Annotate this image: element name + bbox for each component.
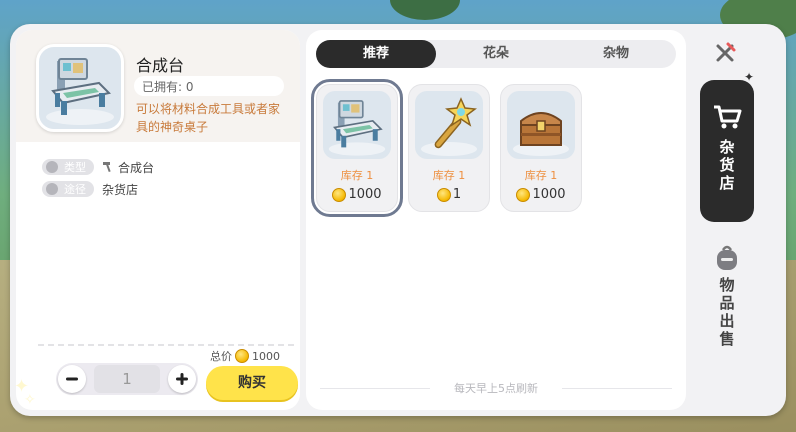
item-stock: 库存 1 bbox=[432, 169, 466, 182]
source-value: 杂货店 bbox=[102, 182, 139, 197]
item-grid: 库存 1 1000 库存 1 1 库存 1 1000 bbox=[311, 79, 592, 217]
tab-flowers[interactable]: 花朵 bbox=[436, 40, 556, 68]
close-icon bbox=[716, 42, 736, 62]
source-row: 途径 杂货店 bbox=[42, 180, 138, 198]
item-description: 可以将材料合成工具或者家具的神奇桌子 bbox=[136, 102, 281, 134]
decrease-button[interactable] bbox=[58, 365, 86, 393]
total-label: 总价 bbox=[210, 350, 232, 363]
star-wand-icon bbox=[415, 91, 483, 159]
refresh-note: 每天早上5点刷新 bbox=[454, 382, 538, 395]
item-price-value: 1 bbox=[452, 187, 462, 202]
buy-button[interactable]: 购买 bbox=[206, 366, 298, 400]
minus-icon bbox=[66, 377, 78, 381]
divider bbox=[38, 344, 294, 346]
treasure-chest-icon bbox=[507, 91, 575, 159]
item-price: 1000 bbox=[317, 187, 397, 202]
shop-item-star-wand[interactable]: 库存 1 1 bbox=[408, 84, 490, 212]
total-price: 总价 1000 bbox=[210, 348, 280, 364]
coin-icon bbox=[436, 187, 451, 202]
type-value-text: 合成台 bbox=[118, 160, 155, 175]
type-row: 类型 合成台 bbox=[42, 158, 154, 176]
nav-sell-items-label: 物品出售 bbox=[719, 276, 735, 348]
sparkle-icon: ✧ bbox=[24, 392, 36, 408]
route-icon bbox=[46, 183, 58, 195]
nav-general-store[interactable]: 杂货店 bbox=[700, 80, 754, 222]
crafting-table-icon bbox=[323, 91, 391, 159]
source-tag: 途径 bbox=[42, 181, 94, 197]
item-price: 1000 bbox=[501, 187, 581, 202]
cart-icon bbox=[714, 105, 742, 129]
item-stock: 库存 1 bbox=[524, 169, 558, 182]
shop-item-crafting-table[interactable]: 库存 1 1000 bbox=[311, 79, 403, 217]
sparkle-icon: ✦ bbox=[744, 70, 755, 84]
tab-misc[interactable]: 杂物 bbox=[556, 40, 676, 68]
close-button[interactable] bbox=[710, 38, 740, 68]
background-tree bbox=[390, 0, 460, 20]
item-price-value: 1000 bbox=[348, 187, 382, 202]
shop-area: 推荐 花朵 杂物 库存 1 1000 库存 1 1 库存 1 1000 每天早上… bbox=[306, 30, 686, 410]
total-value: 1000 bbox=[252, 349, 280, 363]
category-tabs: 推荐 花朵 杂物 bbox=[316, 40, 676, 68]
type-value: 合成台 bbox=[102, 159, 154, 176]
tab-recommended[interactable]: 推荐 bbox=[316, 40, 436, 68]
coin-icon bbox=[516, 187, 531, 202]
quantity-input[interactable]: 1 bbox=[94, 365, 160, 393]
nav-general-store-label: 杂货店 bbox=[719, 138, 735, 192]
item-detail-card: 合成台 已拥有: 0 可以将材料合成工具或者家具的神奇桌子 类型 合成台 途径 … bbox=[16, 30, 300, 410]
plus-icon bbox=[176, 373, 188, 385]
item-stock: 库存 1 bbox=[340, 169, 374, 182]
type-label: 类型 bbox=[64, 161, 86, 174]
item-price-value: 1000 bbox=[532, 187, 566, 202]
item-name: 合成台 bbox=[136, 56, 185, 75]
type-tag: 类型 bbox=[42, 159, 94, 175]
hammer-icon bbox=[103, 162, 111, 173]
source-label: 途径 bbox=[64, 183, 86, 196]
item-price: 1 bbox=[409, 187, 489, 202]
quantity-stepper: 1 bbox=[56, 363, 198, 395]
coin-icon bbox=[235, 349, 249, 363]
shop-item-treasure-chest[interactable]: 库存 1 1000 bbox=[500, 84, 582, 212]
owned-count: 已拥有: 0 bbox=[134, 76, 284, 96]
nav-sell-items[interactable]: 物品出售 bbox=[700, 240, 754, 360]
increase-button[interactable] bbox=[168, 365, 196, 393]
crafting-table-icon bbox=[36, 44, 124, 132]
bag-icon bbox=[717, 245, 737, 270]
coin-icon bbox=[332, 187, 347, 202]
cube-icon bbox=[46, 161, 58, 173]
